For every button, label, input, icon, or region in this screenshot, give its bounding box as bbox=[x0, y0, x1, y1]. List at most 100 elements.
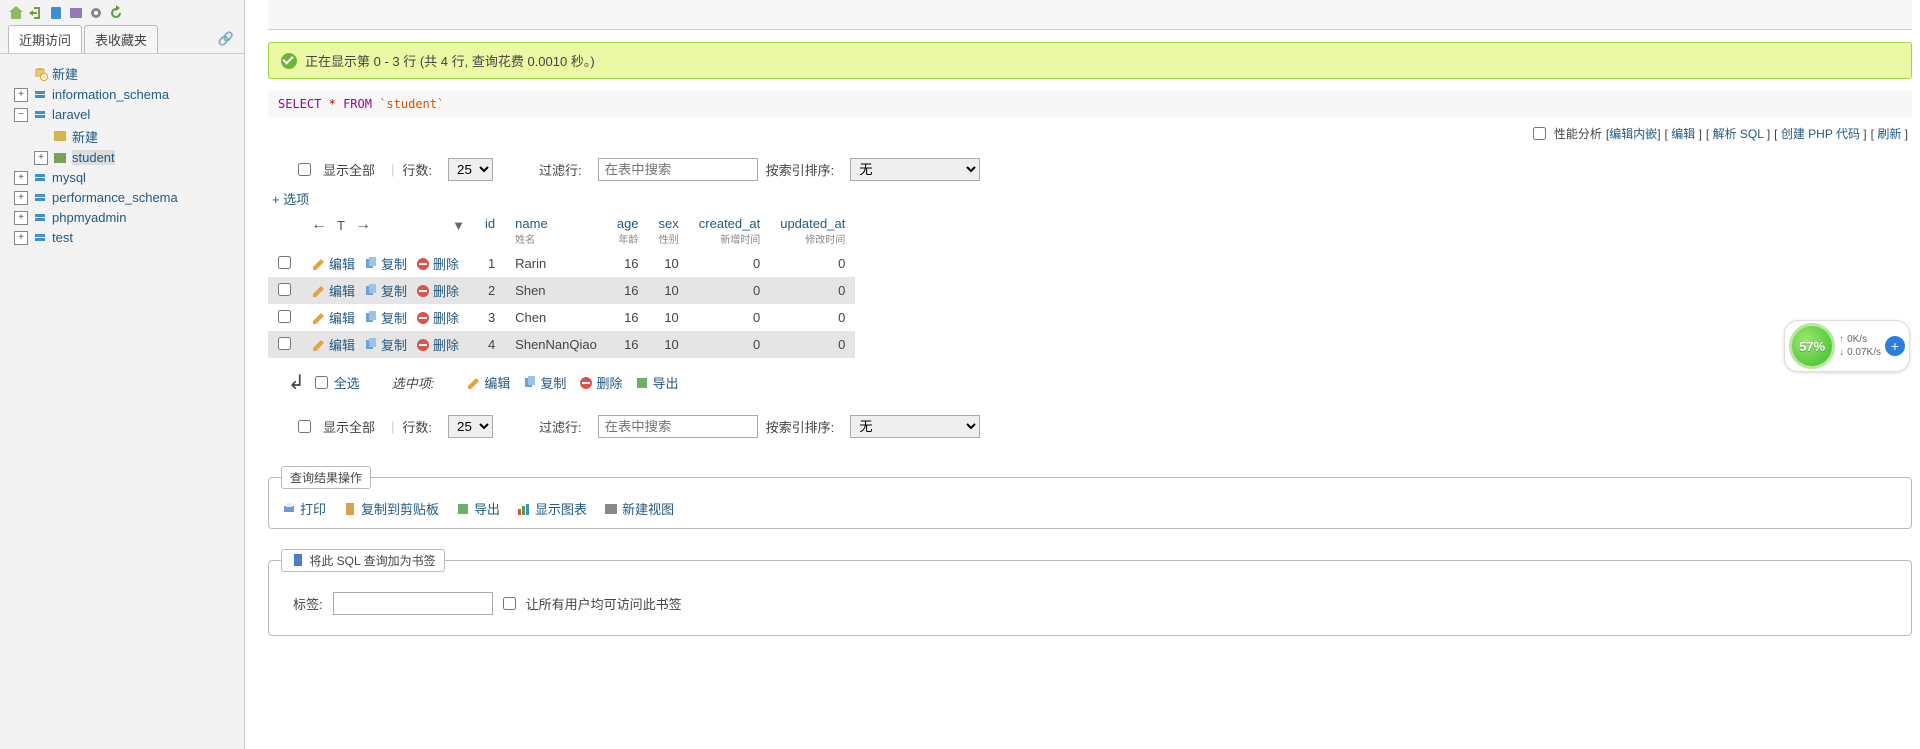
col-updated-at[interactable]: updated_at修改时间 bbox=[770, 212, 855, 250]
cell-sex[interactable]: 10 bbox=[649, 304, 689, 331]
gear-icon[interactable] bbox=[88, 4, 104, 21]
cell-name[interactable]: Chen bbox=[505, 304, 607, 331]
cell-updated-at[interactable]: 0 bbox=[770, 304, 855, 331]
row-checkbox[interactable] bbox=[278, 337, 291, 350]
tab-favorites[interactable]: 表收藏夹 bbox=[84, 25, 158, 53]
cell-sex[interactable]: 10 bbox=[649, 277, 689, 304]
profiling-checkbox[interactable] bbox=[1533, 127, 1546, 140]
tree-new-新建[interactable]: 新建 bbox=[4, 125, 240, 148]
row-copy[interactable]: 复制 bbox=[363, 335, 407, 354]
row-copy[interactable]: 复制 bbox=[363, 254, 407, 273]
sql-icon[interactable] bbox=[68, 4, 84, 21]
cell-created-at[interactable]: 0 bbox=[689, 331, 770, 358]
bookmark-label-input[interactable] bbox=[333, 592, 493, 615]
row-checkbox[interactable] bbox=[278, 310, 291, 323]
tree-db-performance_schema[interactable]: +performance_schema bbox=[4, 188, 240, 208]
col-name[interactable]: name姓名 bbox=[505, 212, 607, 250]
check-all-link[interactable]: 全选 bbox=[334, 373, 360, 392]
col-created-at[interactable]: created_at新增时间 bbox=[689, 212, 770, 250]
php-link[interactable]: 创建 PHP 代码 bbox=[1781, 127, 1860, 141]
expander-icon[interactable]: + bbox=[14, 191, 28, 205]
col-sex[interactable]: sex性别 bbox=[649, 212, 689, 250]
cell-id[interactable]: 2 bbox=[475, 277, 505, 304]
row-delete[interactable]: 删除 bbox=[415, 308, 459, 327]
expander-icon[interactable]: + bbox=[14, 211, 28, 225]
view-link[interactable]: 新建视图 bbox=[603, 499, 674, 518]
row-delete[interactable]: 删除 bbox=[415, 281, 459, 300]
row-delete[interactable]: 删除 bbox=[415, 335, 459, 354]
tree-db-phpmyadmin[interactable]: +phpmyadmin bbox=[4, 208, 240, 228]
cell-sex[interactable]: 10 bbox=[649, 331, 689, 358]
cell-updated-at[interactable]: 0 bbox=[770, 331, 855, 358]
cell-age[interactable]: 16 bbox=[607, 304, 649, 331]
logout-icon[interactable] bbox=[28, 4, 44, 21]
cell-id[interactable]: 4 bbox=[475, 331, 505, 358]
row-checkbox[interactable] bbox=[278, 283, 291, 296]
row-sort-icon[interactable]: T bbox=[337, 218, 345, 233]
sort-select-2[interactable]: 无 bbox=[850, 415, 980, 438]
expander-icon[interactable]: + bbox=[14, 171, 28, 185]
home-icon[interactable] bbox=[8, 4, 24, 21]
expander-icon[interactable]: − bbox=[14, 108, 28, 122]
options-toggle[interactable]: + 选项 bbox=[268, 189, 1912, 208]
sort-left-icon[interactable]: ← bbox=[311, 216, 327, 234]
check-all-header[interactable] bbox=[268, 212, 301, 250]
rows-select-2[interactable]: 25 bbox=[448, 415, 493, 438]
tree-db-test[interactable]: +test bbox=[4, 228, 240, 248]
reload-icon[interactable] bbox=[108, 4, 124, 21]
tree-table-student[interactable]: +student bbox=[4, 148, 240, 168]
row-edit[interactable]: 编辑 bbox=[311, 335, 355, 354]
col-age[interactable]: age年龄 bbox=[607, 212, 649, 250]
perf-add-button[interactable]: + bbox=[1885, 336, 1905, 356]
expander-icon[interactable]: + bbox=[14, 231, 28, 245]
bulk-copy[interactable]: 复制 bbox=[522, 373, 566, 392]
tree-db-information_schema[interactable]: +information_schema bbox=[4, 85, 240, 105]
cell-created-at[interactable]: 0 bbox=[689, 250, 770, 277]
clipboard-link[interactable]: 复制到剪贴板 bbox=[342, 499, 439, 518]
bulk-edit[interactable]: 编辑 bbox=[466, 373, 510, 392]
export-link[interactable]: 导出 bbox=[455, 499, 500, 518]
bulk-delete[interactable]: 删除 bbox=[578, 373, 622, 392]
cell-age[interactable]: 16 bbox=[607, 331, 649, 358]
expander-icon[interactable]: + bbox=[14, 88, 28, 102]
filter-input-2[interactable] bbox=[598, 415, 758, 438]
cell-id[interactable]: 3 bbox=[475, 304, 505, 331]
col-id[interactable]: id bbox=[475, 212, 505, 250]
show-all-checkbox[interactable] bbox=[298, 163, 311, 176]
link-icon[interactable]: 🔗 bbox=[218, 31, 234, 47]
row-copy[interactable]: 复制 bbox=[363, 308, 407, 327]
cell-created-at[interactable]: 0 bbox=[689, 304, 770, 331]
refresh-link[interactable]: 刷新 bbox=[1877, 127, 1901, 141]
row-edit[interactable]: 编辑 bbox=[311, 281, 355, 300]
cell-updated-at[interactable]: 0 bbox=[770, 250, 855, 277]
print-link[interactable]: 打印 bbox=[281, 499, 326, 518]
sort-select[interactable]: 无 bbox=[850, 158, 980, 181]
row-checkbox[interactable] bbox=[278, 256, 291, 269]
tree-new[interactable]: + 新建 bbox=[4, 62, 240, 85]
check-all[interactable] bbox=[315, 376, 328, 389]
cell-age[interactable]: 16 bbox=[607, 277, 649, 304]
cell-name[interactable]: Shen bbox=[505, 277, 607, 304]
rows-select[interactable]: 25 bbox=[448, 158, 493, 181]
row-edit[interactable]: 编辑 bbox=[311, 308, 355, 327]
edit-inline-link[interactable]: 编辑内嵌 bbox=[1609, 127, 1657, 141]
edit-link[interactable]: 编辑 bbox=[1671, 127, 1695, 141]
cell-updated-at[interactable]: 0 bbox=[770, 277, 855, 304]
row-copy[interactable]: 复制 bbox=[363, 281, 407, 300]
sort-right-icon[interactable]: → bbox=[355, 216, 371, 234]
tree-db-mysql[interactable]: +mysql bbox=[4, 168, 240, 188]
row-edit[interactable]: 编辑 bbox=[311, 254, 355, 273]
docs-icon[interactable] bbox=[48, 4, 64, 21]
expander-icon[interactable]: + bbox=[34, 151, 48, 165]
cell-sex[interactable]: 10 bbox=[649, 250, 689, 277]
cell-created-at[interactable]: 0 bbox=[689, 277, 770, 304]
cell-name[interactable]: Rarin bbox=[505, 250, 607, 277]
show-all-checkbox-2[interactable] bbox=[298, 420, 311, 433]
chart-link[interactable]: 显示图表 bbox=[516, 499, 587, 518]
filter-input[interactable] bbox=[598, 158, 758, 181]
cell-name[interactable]: ShenNanQiao bbox=[505, 331, 607, 358]
tab-recent[interactable]: 近期访问 bbox=[8, 25, 82, 53]
dropdown-icon[interactable]: ▼ bbox=[452, 218, 465, 233]
performance-widget[interactable]: 57% 0K/s 0.07K/s + bbox=[1784, 320, 1910, 372]
bulk-export[interactable]: 导出 bbox=[634, 373, 678, 392]
